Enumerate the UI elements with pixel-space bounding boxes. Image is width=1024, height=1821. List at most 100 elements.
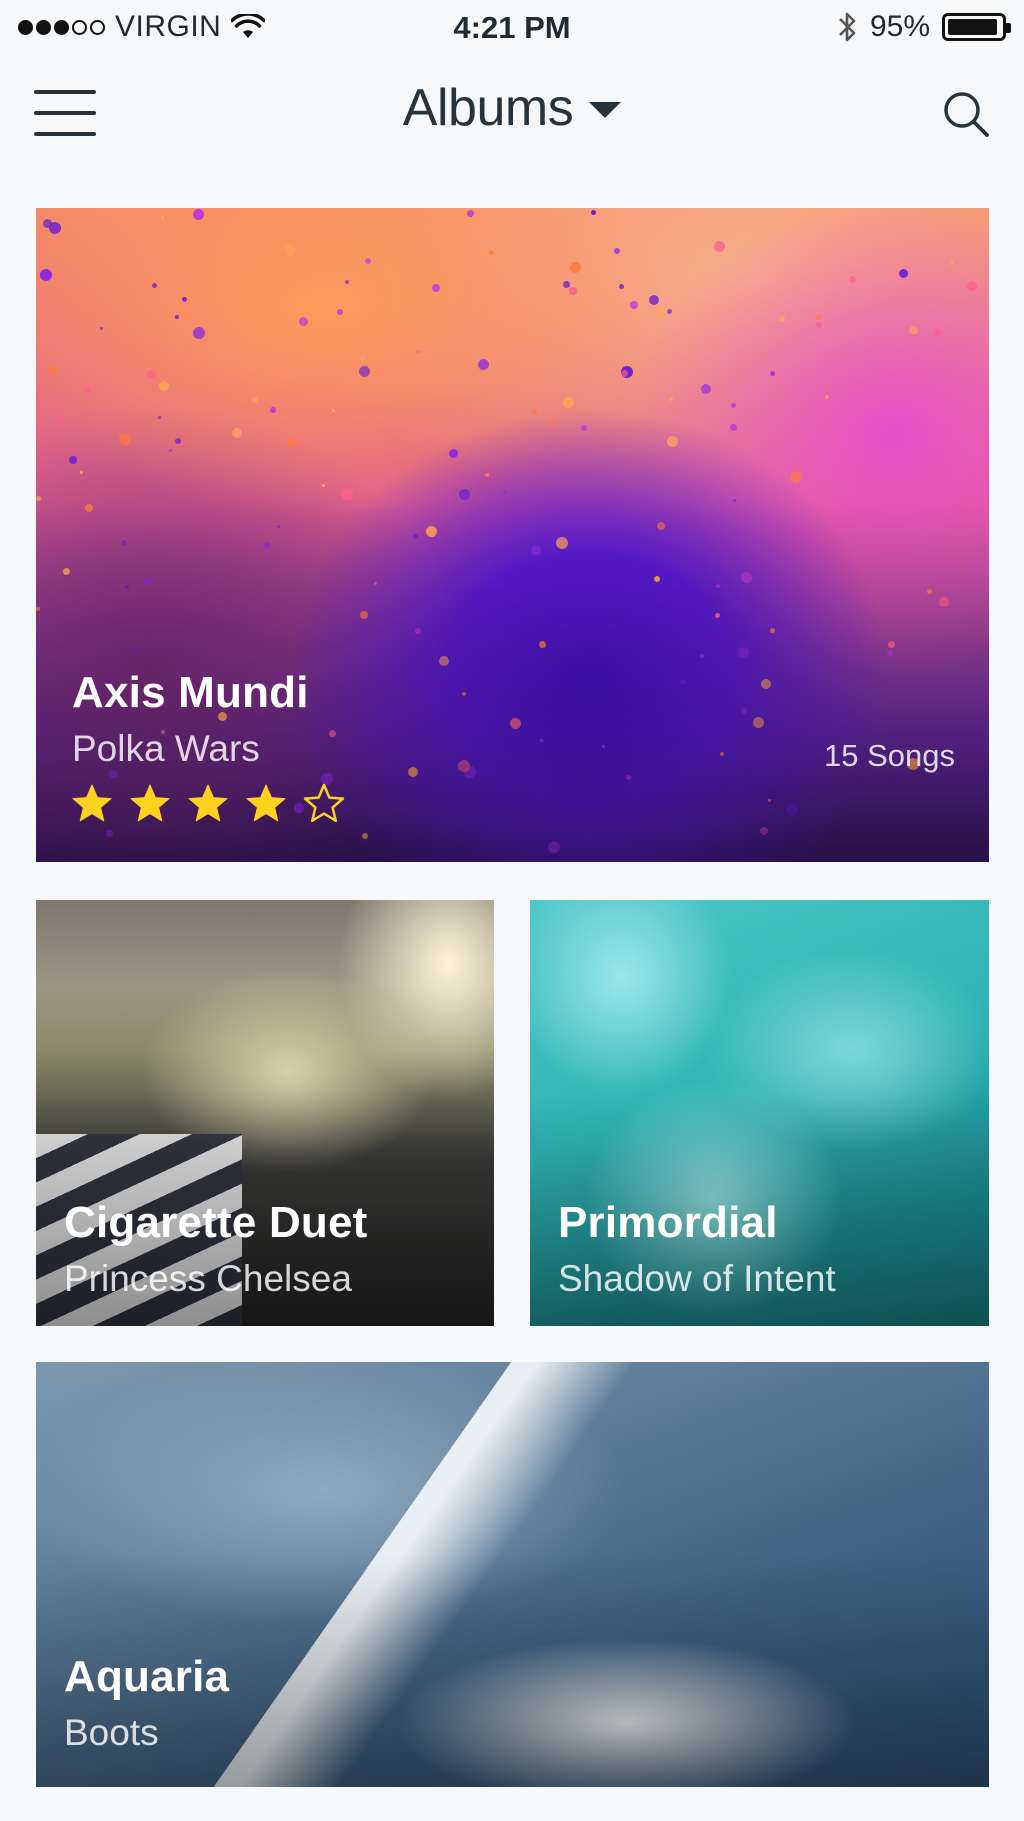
paint-particle	[532, 409, 537, 414]
paint-particle	[591, 210, 596, 215]
paint-particle	[284, 244, 296, 256]
status-bar: VIRGIN 4:21 PM 95%	[0, 0, 1024, 60]
album-card-aquaria[interactable]: Aquaria Boots	[36, 1362, 989, 1787]
paint-particle	[934, 329, 941, 336]
paint-particle	[416, 350, 420, 354]
album-card-axis-mundi[interactable]: Axis Mundi Polka Wars 15 Songs	[36, 208, 989, 862]
paint-particle	[730, 424, 737, 431]
paint-particle	[159, 381, 169, 391]
paint-particle	[58, 415, 66, 423]
paint-particle	[967, 281, 977, 291]
bluetooth-icon	[839, 12, 856, 42]
album-card-primordial[interactable]: Primordial Shadow of Intent	[530, 900, 989, 1326]
paint-particle	[770, 371, 775, 376]
status-right: 95%	[836, 10, 1011, 44]
paint-particle	[619, 284, 624, 289]
paint-particle	[467, 210, 474, 217]
paint-particle	[899, 269, 908, 278]
paint-particle	[147, 370, 156, 379]
album-title: Aquaria	[64, 1652, 230, 1701]
paint-particle	[569, 287, 577, 295]
paint-particle	[563, 281, 570, 288]
paint-particle	[84, 386, 91, 393]
paint-particle	[80, 471, 83, 474]
chevron-down-icon	[589, 102, 622, 118]
song-count: 15 Songs	[824, 738, 955, 773]
star-filled-icon[interactable]	[244, 782, 288, 826]
paint-particle	[182, 297, 187, 302]
paint-particle	[779, 316, 785, 322]
paint-particle	[40, 269, 52, 281]
paint-particle	[175, 315, 179, 319]
albums-dropdown[interactable]: Albums	[0, 78, 1024, 138]
paint-particle	[359, 366, 370, 377]
paint-particle	[48, 365, 58, 375]
battery-icon	[942, 13, 1011, 41]
paint-particle	[478, 359, 489, 370]
paint-particle	[169, 449, 172, 452]
paint-particle	[322, 484, 325, 487]
paint-particle	[459, 489, 470, 500]
paint-particle	[667, 436, 678, 447]
paint-particle	[489, 250, 494, 255]
album-artist: Princess Chelsea	[64, 1258, 352, 1299]
album-title: Cigarette Duet	[64, 1198, 368, 1247]
paint-particle	[152, 283, 157, 288]
paint-particle	[69, 456, 77, 464]
paint-particle	[341, 488, 353, 500]
paint-particle	[345, 280, 349, 284]
paint-particle	[485, 473, 489, 477]
battery-tip	[1006, 23, 1011, 33]
paint-particle	[503, 491, 506, 494]
star-filled-icon[interactable]	[186, 782, 230, 826]
paint-particle	[36, 496, 41, 501]
paint-particle	[701, 384, 711, 394]
paint-particle	[570, 262, 581, 273]
paint-particle	[563, 397, 574, 408]
paint-particle	[337, 309, 343, 315]
star-empty-icon[interactable]	[302, 782, 346, 826]
paint-particle	[119, 433, 131, 445]
star-filled-icon[interactable]	[70, 782, 114, 826]
paint-particle	[449, 449, 458, 458]
rating-stars[interactable]	[70, 782, 346, 826]
paint-particle	[232, 428, 242, 438]
paint-particle	[790, 471, 802, 483]
album-title: Axis Mundi	[72, 668, 309, 717]
paint-particle	[621, 370, 628, 377]
paint-particle	[252, 397, 258, 403]
album-artist: Boots	[64, 1712, 159, 1753]
paint-particle	[49, 222, 61, 234]
album-card-cigarette-duet[interactable]: Cigarette Duet Princess Chelsea	[36, 900, 494, 1326]
paint-particle	[649, 295, 659, 305]
paint-particle	[950, 261, 954, 265]
paint-particle	[100, 327, 103, 330]
album-artist: Polka Wars	[72, 728, 260, 769]
paint-particle	[669, 397, 673, 401]
paint-particle	[630, 301, 638, 309]
paint-particle	[432, 284, 440, 292]
paint-particle	[731, 403, 736, 408]
search-icon[interactable]	[940, 88, 992, 140]
paint-particle	[550, 419, 555, 424]
paint-particle	[161, 216, 164, 219]
paint-particle	[714, 241, 725, 252]
paint-particle	[825, 395, 829, 399]
paint-particle	[655, 306, 667, 318]
paint-particle	[299, 317, 308, 326]
paint-particle	[193, 209, 204, 220]
paint-particle	[667, 309, 672, 314]
paint-particle	[270, 407, 276, 413]
nav-bar: Albums	[0, 60, 1024, 170]
album-artist: Shadow of Intent	[558, 1258, 836, 1299]
paint-particle	[909, 326, 918, 335]
paint-particle	[849, 276, 856, 283]
star-filled-icon[interactable]	[128, 782, 172, 826]
paint-particle	[158, 416, 161, 419]
paint-particle	[193, 327, 205, 339]
paint-particle	[614, 248, 620, 254]
page-title: Albums	[402, 79, 574, 137]
album-title: Primordial	[558, 1198, 778, 1247]
battery-fill	[948, 19, 998, 35]
paint-particle	[365, 258, 371, 264]
